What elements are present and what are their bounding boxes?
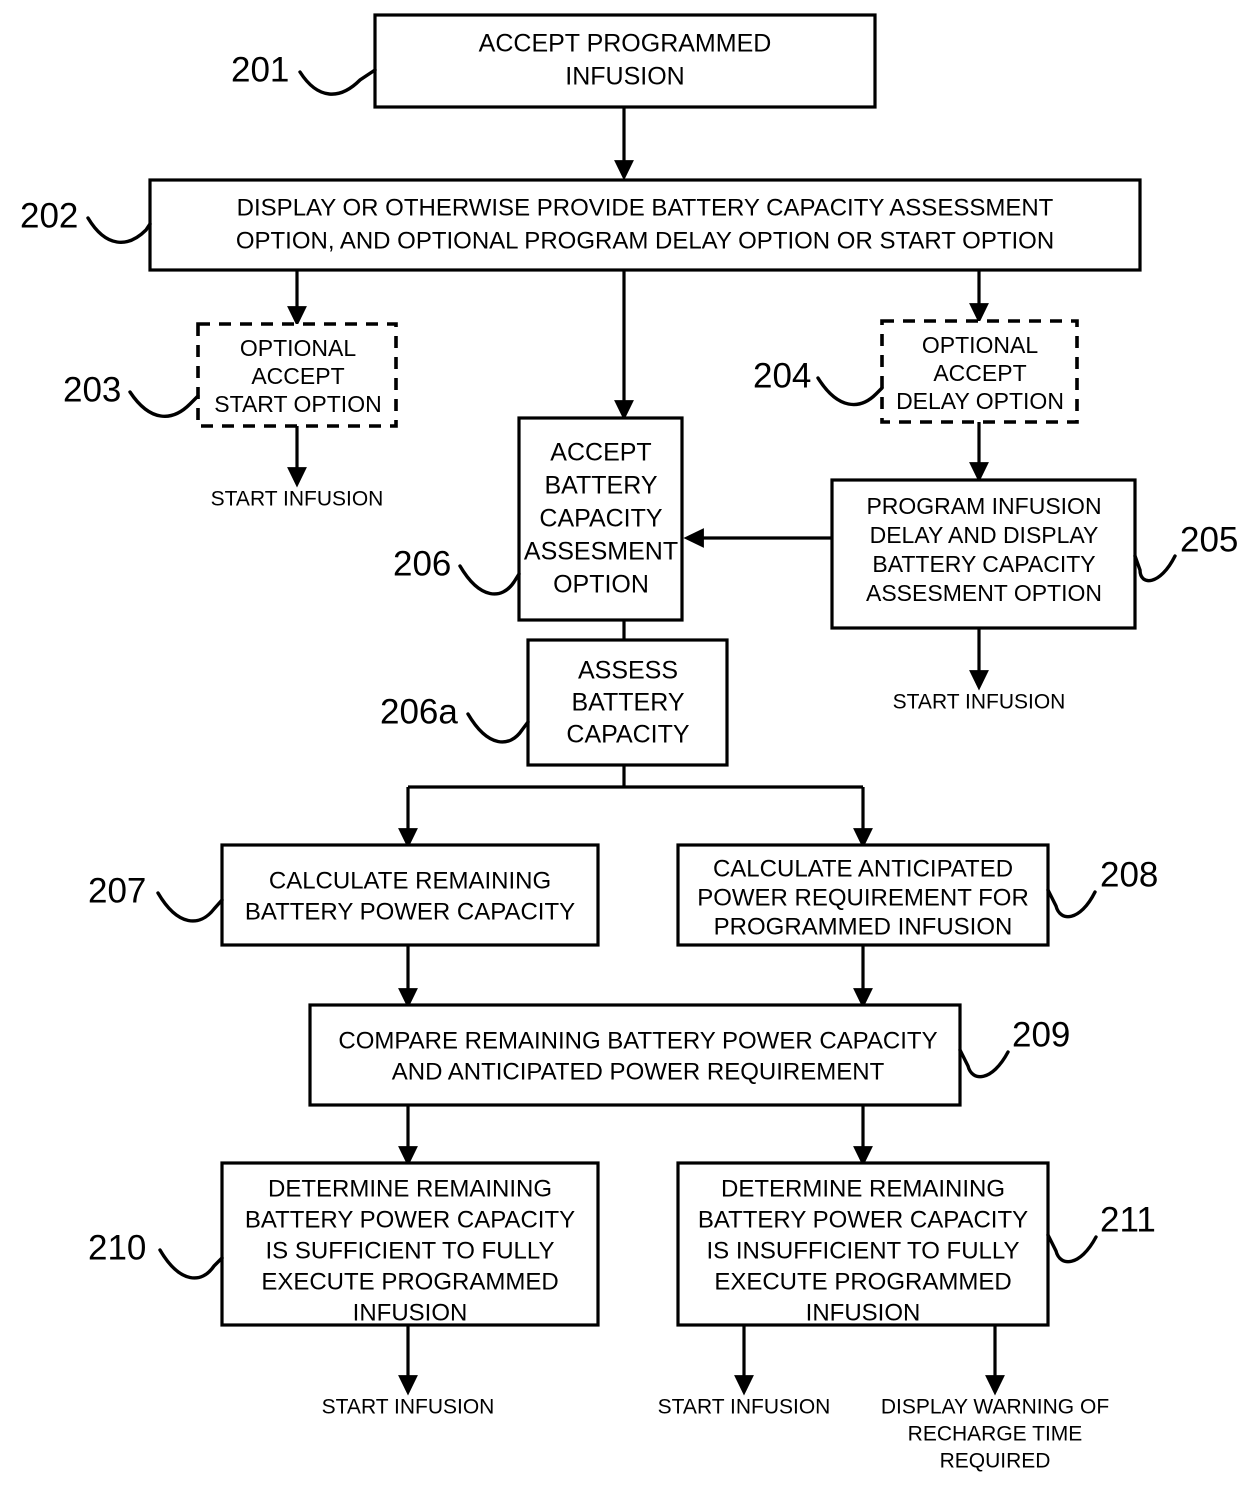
node-202-line-0: DISPLAY OR OTHERWISE PROVIDE BATTERY CAP… <box>237 194 1054 221</box>
node-205-line-2: BATTERY CAPACITY <box>872 551 1095 577</box>
node-207-line-0: CALCULATE REMAINING <box>269 867 551 894</box>
node-210-line-3: EXECUTE PROGRAMMED <box>261 1268 558 1295</box>
node-206-line-3: ASSESMENT <box>524 538 678 566</box>
flowchart-canvas: ACCEPT PROGRAMMED INFUSION 201 DISPLAY O… <box>20 13 1238 1473</box>
ref-label-208: 208 <box>1046 855 1158 919</box>
ref-label-209: 209 <box>958 1015 1070 1079</box>
node-205[interactable]: PROGRAM INFUSION DELAY AND DISPLAY BATTE… <box>830 478 1137 630</box>
ref-205-text: 205 <box>1180 520 1238 559</box>
node-204[interactable]: OPTIONAL ACCEPT DELAY OPTION <box>880 319 1079 424</box>
terminal-start-infusion-210: START INFUSION <box>322 1396 495 1419</box>
ref-label-202: 202 <box>20 196 152 244</box>
node-210-line-1: BATTERY POWER CAPACITY <box>245 1206 575 1233</box>
node-206-line-1: BATTERY <box>545 472 658 500</box>
node-206[interactable]: ACCEPT BATTERY CAPACITY ASSESMENT OPTION <box>517 416 684 622</box>
node-206a-line-2: CAPACITY <box>566 721 689 749</box>
ref-label-207: 207 <box>88 871 224 923</box>
node-206-line-4: OPTION <box>553 571 649 599</box>
ref-211-text: 211 <box>1100 1200 1156 1239</box>
node-209-line-1: AND ANTICIPATED POWER REQUIREMENT <box>392 1058 885 1085</box>
ref-209-text: 209 <box>1012 1015 1070 1054</box>
ref-label-211: 211 <box>1046 1200 1156 1264</box>
node-203-line-0: OPTIONAL <box>240 335 357 361</box>
node-204-line-1: ACCEPT <box>933 360 1026 386</box>
terminal-start-infusion-210-line-0: START INFUSION <box>322 1396 495 1419</box>
node-209[interactable]: COMPARE REMAINING BATTERY POWER CAPACITY… <box>308 1003 962 1107</box>
ref-208-text: 208 <box>1100 855 1158 894</box>
node-201[interactable]: ACCEPT PROGRAMMED INFUSION <box>373 13 877 109</box>
node-211-line-1: BATTERY POWER CAPACITY <box>698 1206 1028 1233</box>
ref-label-204: 204 <box>753 356 884 407</box>
node-204-line-2: DELAY OPTION <box>896 388 1064 414</box>
ref-210-text: 210 <box>88 1228 146 1267</box>
node-207[interactable]: CALCULATE REMAINING BATTERY POWER CAPACI… <box>220 843 600 947</box>
node-207-line-1: BATTERY POWER CAPACITY <box>245 898 575 925</box>
terminal-start-infusion-211-line-0: START INFUSION <box>658 1396 831 1419</box>
node-210-line-0: DETERMINE REMAINING <box>268 1175 552 1202</box>
node-211[interactable]: DETERMINE REMAINING BATTERY POWER CAPACI… <box>676 1161 1050 1327</box>
node-205-line-0: PROGRAM INFUSION <box>866 493 1101 519</box>
node-211-line-3: EXECUTE PROGRAMMED <box>714 1268 1011 1295</box>
node-206a-line-1: BATTERY <box>572 689 685 717</box>
terminal-start-infusion-211: START INFUSION <box>658 1396 831 1419</box>
node-208-line-0: CALCULATE ANTICIPATED <box>713 855 1013 882</box>
node-206-line-0: ACCEPT <box>550 439 651 467</box>
node-209-line-0: COMPARE REMAINING BATTERY POWER CAPACITY <box>338 1027 937 1054</box>
ref-label-210: 210 <box>88 1228 224 1280</box>
node-204-line-0: OPTIONAL <box>922 332 1039 358</box>
terminal-display-warning: DISPLAY WARNING OF RECHARGE TIME REQUIRE… <box>881 1396 1109 1473</box>
node-210-line-2: IS SUFFICIENT TO FULLY <box>266 1237 555 1264</box>
node-206-line-2: CAPACITY <box>539 505 662 533</box>
terminal-start-infusion-203-line-0: START INFUSION <box>211 488 384 511</box>
node-205-line-3: ASSESMENT OPTION <box>866 580 1102 606</box>
terminal-start-infusion-205: START INFUSION <box>893 691 1066 714</box>
terminal-display-warning-line-2: REQUIRED <box>940 1450 1051 1473</box>
terminal-start-infusion-203: START INFUSION <box>211 488 384 511</box>
ref-label-205: 205 <box>1133 520 1238 583</box>
terminal-start-infusion-205-line-0: START INFUSION <box>893 691 1066 714</box>
node-206a-line-0: ASSESS <box>578 657 678 685</box>
ref-203-text: 203 <box>63 370 121 409</box>
ref-label-201: 201 <box>231 50 377 96</box>
node-211-line-0: DETERMINE REMAINING <box>721 1175 1005 1202</box>
node-205-line-1: DELAY AND DISPLAY <box>870 522 1099 548</box>
node-206a[interactable]: ASSESS BATTERY CAPACITY <box>526 638 729 767</box>
patent-flowchart-figure: ACCEPT PROGRAMMED INFUSION 201 DISPLAY O… <box>0 0 1240 1485</box>
ref-202-text: 202 <box>20 196 78 235</box>
node-202[interactable]: DISPLAY OR OTHERWISE PROVIDE BATTERY CAP… <box>148 178 1142 272</box>
node-208-line-1: POWER REQUIREMENT FOR <box>697 884 1029 911</box>
ref-label-206a: 206a <box>380 692 530 744</box>
ref-201-text: 201 <box>231 50 289 89</box>
ref-label-206: 206 <box>393 544 521 596</box>
node-208-line-2: PROGRAMMED INFUSION <box>714 913 1013 940</box>
node-211-line-4: INFUSION <box>806 1299 921 1326</box>
node-203-line-1: ACCEPT <box>251 363 344 389</box>
node-208[interactable]: CALCULATE ANTICIPATED POWER REQUIREMENT … <box>676 843 1050 947</box>
ref-206-text: 206 <box>393 544 451 583</box>
node-203[interactable]: OPTIONAL ACCEPT START OPTION <box>196 322 398 428</box>
node-210[interactable]: DETERMINE REMAINING BATTERY POWER CAPACI… <box>220 1161 600 1327</box>
ref-label-203: 203 <box>63 370 200 418</box>
terminal-display-warning-line-0: DISPLAY WARNING OF <box>881 1396 1109 1419</box>
connector-206a-split <box>398 765 873 849</box>
node-210-line-4: INFUSION <box>353 1299 468 1326</box>
node-201-line-1: INFUSION <box>565 63 684 91</box>
ref-204-text: 204 <box>753 356 811 395</box>
terminal-display-warning-line-1: RECHARGE TIME <box>908 1423 1083 1446</box>
node-201-line-0: ACCEPT PROGRAMMED <box>479 30 772 58</box>
node-202-line-1: OPTION, AND OPTIONAL PROGRAM DELAY OPTIO… <box>236 227 1054 254</box>
node-203-line-2: START OPTION <box>214 391 381 417</box>
node-211-line-2: IS INSUFFICIENT TO FULLY <box>707 1237 1020 1264</box>
ref-206a-text: 206a <box>380 692 458 731</box>
ref-207-text: 207 <box>88 871 146 910</box>
